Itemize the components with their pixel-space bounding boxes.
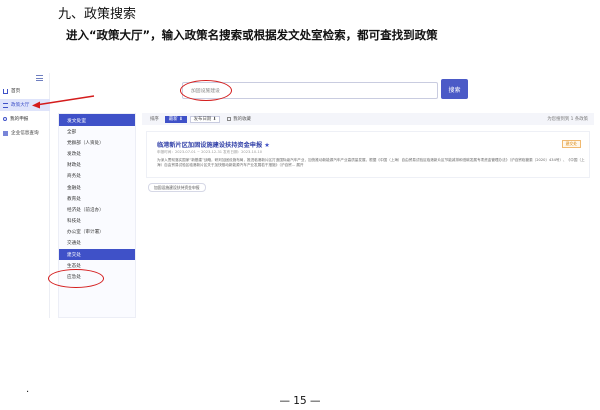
arrow-annotation-icon	[32, 95, 95, 109]
results-area: 排序 最新 ⬇ 发布日期 ⬇ 我的收藏 为您搜到到 1 条政策 临港新片区加固设…	[142, 113, 594, 318]
office-item-economy[interactable]: 经济处（前沿办）	[59, 204, 135, 215]
office-item-ecology[interactable]: 生态处	[59, 260, 135, 271]
sort-label: 排序	[150, 117, 159, 122]
nav-item-label: 首页	[11, 89, 21, 94]
office-item-construction[interactable]: 建交处	[59, 249, 135, 261]
policy-hall-screenshot: 首页 政策大厅 我的申报 企业信息查询 加固设施建设 搜索 发文处室 全部 党群…	[0, 73, 600, 318]
office-item-finance[interactable]: 财政处	[59, 160, 135, 171]
policy-search-input[interactable]: 加固设施建设	[182, 82, 438, 99]
nav-item-label: 我的申报	[10, 117, 29, 122]
policy-title[interactable]: 临港新片区加固设施建设扶持资金申报 ★	[157, 140, 270, 149]
policy-meta: 申报时间：2023-07-01 ~ 2023-12-31 发布日期：2023-1…	[157, 150, 263, 154]
office-item-party[interactable]: 党群部（人资处）	[59, 137, 135, 148]
search-icon	[3, 117, 7, 121]
menu-toggle-icon[interactable]	[36, 75, 43, 81]
home-icon	[3, 88, 8, 94]
office-item-education[interactable]: 教育处	[59, 193, 135, 204]
result-count: 为您搜到到 1 条政策	[547, 117, 588, 122]
policy-card[interactable]: 临港新片区加固设施建设扶持资金申报 ★ 申报时间：2023-07-01 ~ 202…	[146, 131, 590, 178]
policy-office-tag: 建交处	[561, 140, 581, 148]
office-item-commerce[interactable]: 商务处	[59, 171, 135, 182]
grid-icon	[3, 130, 8, 136]
policy-title-text[interactable]: 临港新片区加固设施建设扶持资金申报	[157, 142, 262, 149]
list-icon	[3, 102, 8, 108]
search-button[interactable]: 搜索	[441, 79, 468, 99]
policy-summary: 为深入贯彻落实国家“新基建”战略，研判加固设施布局，推进临港新片区打造国际级汽车…	[157, 158, 585, 167]
office-item-all[interactable]: 全部	[59, 126, 135, 137]
sort-toolbar: 排序 最新 ⬇ 发布日期 ⬇ 我的收藏 为您搜到到 1 条政策	[142, 113, 594, 125]
office-item-development[interactable]: 发改处	[59, 148, 135, 159]
section-intro: 进入“政策大厅”，输入政策名搜索或根据发文处室检索，都可查找到政策	[66, 28, 438, 42]
nav-item-label: 企业信息查询	[11, 131, 39, 136]
nav-item-my-applications[interactable]: 我的申报	[0, 113, 50, 125]
office-item-technology[interactable]: 科技处	[59, 216, 135, 227]
favorite-filter-label: 我的收藏	[233, 117, 251, 122]
office-item-transport[interactable]: 交通处	[59, 238, 135, 249]
checkbox-icon[interactable]	[227, 117, 232, 121]
sort-latest-button[interactable]: 最新 ⬇	[164, 115, 187, 123]
office-filter-header: 发文处室	[59, 114, 135, 126]
page-number: — 15 —	[279, 395, 321, 407]
office-filter-panel: 发文处室 全部 党群部（人资处） 发改处 财政处 商务处 金融处 教育处 经济处…	[58, 113, 136, 318]
nav-item-company-lookup[interactable]: 企业信息查询	[0, 127, 50, 139]
office-item-emergency[interactable]: 应急处	[59, 271, 135, 282]
favorite-filter[interactable]: 我的收藏	[227, 116, 251, 122]
sort-publish-date-button[interactable]: 发布日期 ⬇	[189, 115, 221, 123]
office-item-office[interactable]: 办公室（审计署）	[59, 227, 135, 238]
star-icon[interactable]: ★	[264, 142, 270, 149]
nav-item-label: 政策大厅	[11, 103, 30, 108]
office-item-banking[interactable]: 金融处	[59, 182, 135, 193]
apply-funding-button[interactable]: 加固设施建设扶持资金申报	[148, 183, 206, 192]
section-heading: 九、政策搜索	[58, 7, 137, 22]
stray-mark: .	[26, 384, 30, 395]
